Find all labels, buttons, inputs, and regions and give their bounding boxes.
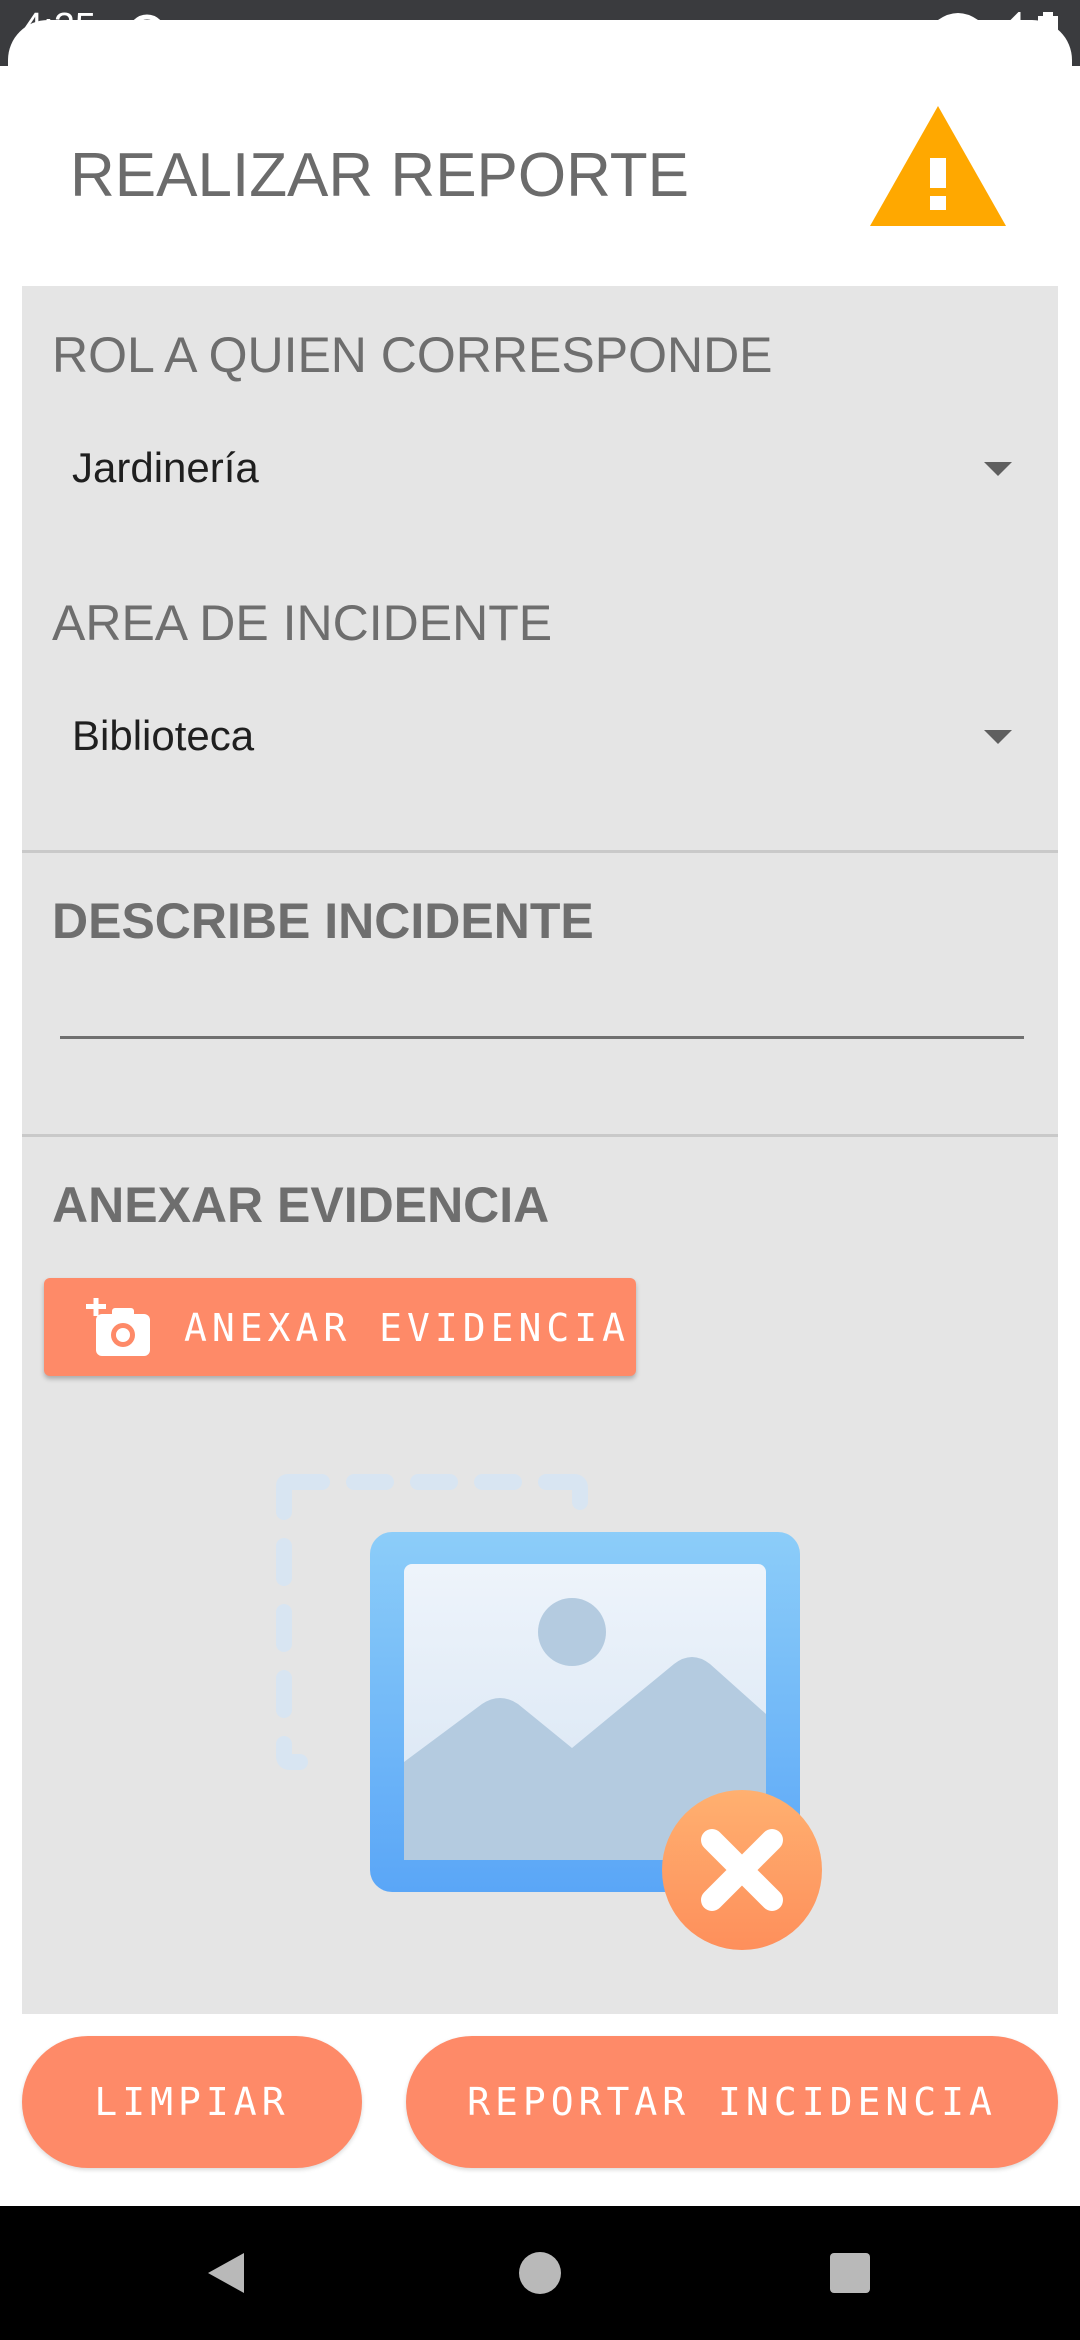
dropdown-arrow-icon bbox=[984, 462, 1012, 476]
report-incident-button[interactable]: REPORTAR INCIDENCIA bbox=[406, 2036, 1058, 2168]
report-form-panel: ROL A QUIEN CORRESPONDE Jardinería AREA … bbox=[22, 286, 1058, 2014]
home-button[interactable] bbox=[480, 2206, 600, 2340]
back-button[interactable] bbox=[166, 2206, 286, 2340]
battery-icon bbox=[1038, 12, 1058, 50]
at-sign-icon bbox=[128, 14, 166, 52]
signal-icon bbox=[982, 12, 1021, 51]
page-title: REALIZAR REPORTE bbox=[70, 141, 690, 210]
area-label: AREA DE INCIDENTE bbox=[52, 595, 553, 651]
role-dropdown-value: Jardinería bbox=[72, 444, 259, 491]
clear-button[interactable]: LIMPIAR bbox=[22, 2036, 362, 2168]
add-photo-icon bbox=[86, 1298, 150, 1356]
status-bar: 4:25 bbox=[0, 0, 1080, 66]
attach-evidence-button[interactable]: ANEXAR EVIDENCIA bbox=[44, 1278, 636, 1376]
describe-label: DESCRIBE INCIDENTE bbox=[52, 893, 594, 949]
role-label: ROL A QUIEN CORRESPONDE bbox=[52, 327, 773, 383]
recents-square-icon bbox=[830, 2253, 870, 2293]
describe-incident-input[interactable] bbox=[60, 974, 1024, 1039]
image-missing-icon bbox=[276, 1474, 822, 1950]
report-screen: 4:25 REALIZAR REPORTE ROL A QUIEN CORRES… bbox=[0, 0, 1080, 2340]
section-divider bbox=[22, 850, 1058, 853]
warning-icon bbox=[870, 106, 1006, 226]
wifi-icon bbox=[938, 13, 978, 48]
evidence-label: ANEXAR EVIDENCIA bbox=[52, 1177, 550, 1233]
back-triangle-icon bbox=[208, 2253, 244, 2293]
dropdown-arrow-icon bbox=[984, 730, 1012, 744]
role-dropdown[interactable]: Jardinería bbox=[52, 418, 1042, 518]
home-circle-icon bbox=[519, 2252, 561, 2294]
attach-evidence-button-label: ANEXAR EVIDENCIA bbox=[184, 1306, 631, 1350]
area-dropdown[interactable]: Biblioteca bbox=[52, 686, 1042, 786]
section-divider bbox=[22, 1134, 1058, 1137]
recents-button[interactable] bbox=[790, 2206, 910, 2340]
camera-cutout bbox=[32, 24, 110, 102]
area-dropdown-value: Biblioteca bbox=[72, 712, 255, 759]
navigation-bar bbox=[0, 2206, 1080, 2340]
